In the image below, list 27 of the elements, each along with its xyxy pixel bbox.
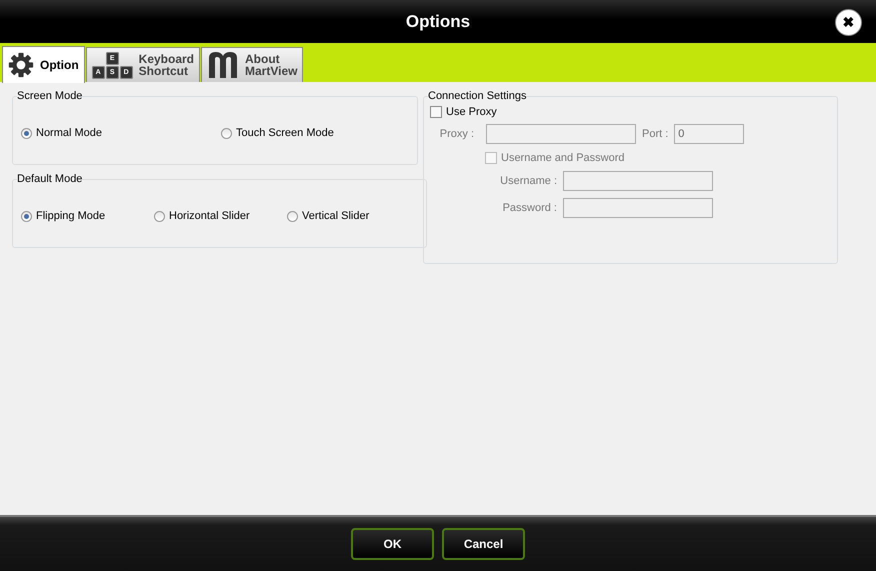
radio-option[interactable]: Normal Mode: [21, 127, 221, 139]
close-button[interactable]: ✖: [835, 9, 862, 36]
radio-button[interactable]: [287, 210, 298, 222]
ok-button[interactable]: OK: [351, 528, 434, 560]
field-label: Proxy :: [438, 128, 474, 140]
cancel-button[interactable]: Cancel: [442, 528, 525, 560]
radio-option[interactable]: Flipping Mode: [21, 210, 154, 222]
radio-option[interactable]: Horizontal Slider: [154, 210, 287, 222]
m-logo-icon: [207, 50, 240, 80]
group-title: Screen Mode: [17, 90, 82, 102]
group-title: Connection Settings: [428, 90, 526, 102]
radio-option[interactable]: Touch Screen Mode: [221, 127, 354, 139]
radio-option[interactable]: Vertical Slider: [287, 210, 420, 222]
tab[interactable]: About MartView: [201, 47, 304, 82]
window-title: Options: [406, 12, 470, 32]
radio-button[interactable]: [21, 128, 32, 138]
radio-button[interactable]: [154, 210, 165, 222]
radio-button[interactable]: [221, 128, 232, 138]
field-label: Username :: [499, 175, 557, 187]
checkbox[interactable]: [430, 106, 442, 118]
field-label: Password :: [502, 202, 557, 214]
radio-button[interactable]: [21, 210, 32, 222]
field-label: Port :: [642, 128, 668, 140]
gear-icon: [8, 52, 34, 78]
tab[interactable]: Option: [2, 46, 85, 83]
group-title: Default Mode: [17, 173, 82, 185]
checkbox-option[interactable]: Use Proxy: [430, 106, 831, 118]
